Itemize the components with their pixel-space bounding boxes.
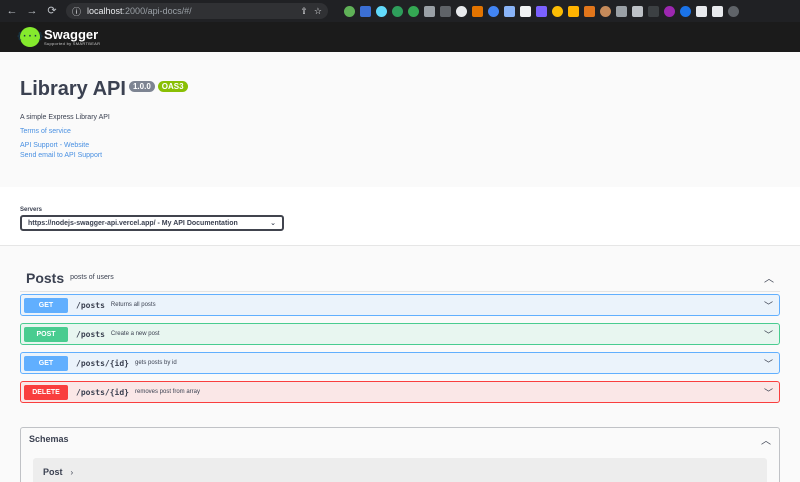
puzzle-icon[interactable] bbox=[696, 5, 707, 17]
extension-icon[interactable] bbox=[632, 5, 643, 17]
api-info: Library API 1.0.0 OAS3 A simple Express … bbox=[0, 52, 800, 187]
tag-posts[interactable]: Posts posts of users ︿ bbox=[20, 264, 780, 292]
servers-label: Servers bbox=[20, 207, 43, 213]
address-bar[interactable]: ⓘ localhost:2000/api-docs/#/ ⇪ ☆ bbox=[66, 3, 328, 19]
logo-subtitle: Supported by SMARTBEAR bbox=[44, 41, 101, 46]
operations-section: Posts posts of users ︿ GET /posts Return… bbox=[0, 246, 800, 403]
extension-icon[interactable] bbox=[648, 5, 659, 17]
extension-icon[interactable] bbox=[664, 5, 675, 17]
url-path: :2000/api-docs/#/ bbox=[122, 6, 192, 16]
extension-icon[interactable] bbox=[504, 5, 515, 17]
avatar[interactable] bbox=[728, 5, 739, 17]
extension-icon[interactable] bbox=[472, 5, 483, 17]
swagger-logo-icon: {···} bbox=[16, 27, 44, 47]
operation-summary: Create a new post bbox=[110, 331, 160, 337]
extension-icon[interactable] bbox=[616, 5, 627, 17]
extension-icon[interactable] bbox=[536, 5, 547, 17]
extension-icon[interactable] bbox=[488, 5, 499, 17]
terms-link[interactable]: Terms of service bbox=[20, 128, 780, 135]
extension-icon[interactable] bbox=[440, 5, 451, 17]
method-badge: POST bbox=[24, 326, 68, 342]
chevron-down-icon: ⌄ bbox=[270, 220, 276, 227]
info-icon[interactable]: ⓘ bbox=[72, 5, 81, 18]
chevron-up-icon[interactable]: ︿ bbox=[764, 270, 774, 285]
swagger-topbar: {···} Swagger Supported by SMARTBEAR bbox=[0, 22, 800, 52]
tag-description: posts of users bbox=[70, 274, 114, 281]
extension-icon[interactable] bbox=[344, 5, 355, 17]
schemas-title: Schemas bbox=[29, 434, 69, 444]
operation-summary: gets posts by id bbox=[134, 360, 177, 366]
method-badge: DELETE bbox=[24, 384, 68, 400]
extension-icon[interactable] bbox=[408, 5, 419, 17]
operation-get-post-by-id[interactable]: GET /posts/{id} gets posts by id ﹀ bbox=[20, 352, 780, 374]
extension-icon[interactable] bbox=[376, 5, 387, 17]
schemas-section: Schemas ︿ Post › bbox=[20, 427, 780, 482]
extension-icon[interactable] bbox=[600, 5, 611, 17]
swagger-logo[interactable]: {···} Swagger Supported by SMARTBEAR bbox=[16, 27, 101, 47]
support-website-link[interactable]: API Support - Website bbox=[20, 142, 780, 149]
extension-icon[interactable] bbox=[392, 5, 403, 17]
operation-delete-post[interactable]: DELETE /posts/{id} removes post from arr… bbox=[20, 381, 780, 403]
extension-icon[interactable] bbox=[520, 5, 531, 17]
forward-icon[interactable]: → bbox=[26, 0, 38, 22]
back-icon[interactable]: ← bbox=[6, 0, 18, 22]
extension-icon[interactable] bbox=[360, 5, 371, 17]
api-description: A simple Express Library API bbox=[20, 114, 110, 121]
operation-get-posts[interactable]: GET /posts Returns all posts ﹀ bbox=[20, 294, 780, 316]
operation-summary: Returns all posts bbox=[110, 302, 156, 308]
operation-path: /posts bbox=[76, 300, 105, 310]
bookmark-star-icon[interactable]: ☆ bbox=[314, 6, 322, 17]
method-badge: GET bbox=[24, 355, 68, 371]
extensions-bar bbox=[344, 5, 739, 17]
extension-icon[interactable] bbox=[584, 5, 595, 17]
extension-icon[interactable] bbox=[424, 5, 435, 17]
chevron-right-icon[interactable]: › bbox=[71, 468, 74, 477]
servers-section: Servers https://nodejs-swagger-api.verce… bbox=[0, 187, 800, 246]
share-icon[interactable]: ⇪ bbox=[300, 6, 308, 17]
model-name: Post bbox=[43, 467, 63, 477]
operation-path: /posts bbox=[76, 329, 105, 339]
support-email-link[interactable]: Send email to API Support bbox=[20, 152, 780, 159]
schema-model-post[interactable]: Post › bbox=[33, 458, 767, 482]
extension-icon[interactable] bbox=[456, 5, 467, 17]
operation-summary: removes post from array bbox=[134, 389, 201, 395]
operation-path: /posts/{id} bbox=[76, 358, 129, 368]
logo-name: Swagger bbox=[44, 27, 99, 42]
method-badge: GET bbox=[24, 297, 68, 313]
chevron-down-icon[interactable]: ﹀ bbox=[764, 299, 773, 312]
extension-icon[interactable] bbox=[568, 5, 579, 17]
browser-toolbar: ← → ⟳ ⓘ localhost:2000/api-docs/#/ ⇪ ☆ bbox=[0, 0, 800, 22]
sidebar-icon[interactable] bbox=[712, 5, 723, 17]
server-select-value: https://nodejs-swagger-api.vercel.app/ -… bbox=[28, 219, 238, 227]
api-title: Library API bbox=[20, 78, 126, 100]
extension-icon[interactable] bbox=[680, 5, 691, 17]
reload-icon[interactable]: ⟳ bbox=[46, 0, 58, 22]
spec-badge: OAS3 bbox=[157, 81, 188, 92]
chevron-down-icon[interactable]: ﹀ bbox=[764, 357, 773, 370]
schemas-header[interactable]: Schemas ︿ bbox=[21, 428, 779, 450]
chevron-down-icon[interactable]: ﹀ bbox=[764, 328, 773, 341]
version-badge: 1.0.0 bbox=[128, 81, 155, 92]
url-host: localhost bbox=[87, 6, 123, 16]
operation-path: /posts/{id} bbox=[76, 387, 129, 397]
chevron-down-icon[interactable]: ﹀ bbox=[764, 386, 773, 399]
tag-name: Posts bbox=[26, 269, 65, 286]
chevron-up-icon[interactable]: ︿ bbox=[761, 432, 771, 447]
extension-icon[interactable] bbox=[552, 5, 563, 17]
operation-post-posts[interactable]: POST /posts Create a new post ﹀ bbox=[20, 323, 780, 345]
server-select[interactable]: https://nodejs-swagger-api.vercel.app/ -… bbox=[20, 215, 284, 231]
